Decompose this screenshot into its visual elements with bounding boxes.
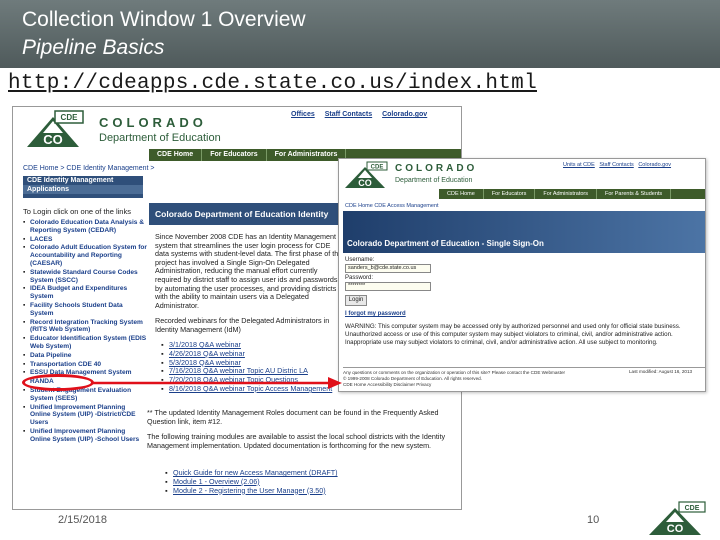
app-link-laces[interactable]: LACES xyxy=(23,236,147,244)
department-name: Department of Education xyxy=(99,132,221,144)
password-label: Password: xyxy=(345,275,374,281)
last-modified: Last modified: August 16, 2013 xyxy=(629,369,693,374)
top-link-staff-contacts[interactable]: Staff Contacts xyxy=(325,111,372,118)
department-name: Department of Education xyxy=(395,177,473,184)
main-nav: CDE Home For Educators For Administrator… xyxy=(439,189,705,199)
training-text: The following training modules are avail… xyxy=(147,432,446,450)
roles-note: ** The updated Identity Management Roles… xyxy=(147,408,439,426)
top-link-units[interactable]: Units at CDE xyxy=(563,162,595,168)
app-link-cedar[interactable]: Colorado Education Data Analysis & Repor… xyxy=(23,219,147,235)
svg-text:CO: CO xyxy=(667,523,684,535)
sidebar-title: CDE Identity Management xyxy=(27,177,114,184)
colorado-logo-icon: CDE CO xyxy=(649,501,706,535)
colorado-logo-icon: CDE CO xyxy=(345,161,388,188)
red-arrow-icon xyxy=(92,377,342,389)
app-link-uip-school[interactable]: Unified Improvement Planning Online Syst… xyxy=(23,428,147,444)
footer-links[interactable]: CDE Home Accessibility Disclaimer Privac… xyxy=(343,382,705,388)
top-link-offices[interactable]: Offices xyxy=(291,111,315,118)
svg-text:CDE: CDE xyxy=(371,165,384,171)
recorded-webinars-text: Recorded webinars for the Delegated Admi… xyxy=(155,316,330,334)
top-link-colorado-gov[interactable]: Colorado.gov xyxy=(382,111,427,118)
sso-screenshot: CDE CO COLORADO Department of Education … xyxy=(338,158,706,392)
sso-title: Colorado Department of Education - Singl… xyxy=(347,239,544,248)
forgot-password-link[interactable]: I forgot my password xyxy=(345,311,406,317)
app-link-facility-schools[interactable]: Facility Schools Student Data System xyxy=(23,302,147,318)
username-field[interactable]: sanders_b@cde.state.co.us xyxy=(345,264,431,273)
state-name: COLORADO xyxy=(99,115,207,130)
nav-cde-home[interactable]: CDE Home xyxy=(149,149,203,161)
login-button[interactable]: Login xyxy=(345,295,367,306)
nav-for-educators[interactable]: For Educators xyxy=(484,189,536,199)
slide-header: Collection Window 1 Overview Pipeline Ba… xyxy=(0,0,720,68)
password-field[interactable]: ******** xyxy=(345,282,431,291)
sidebar-header: CDE Identity Management Applications xyxy=(23,176,143,198)
svg-text:CO: CO xyxy=(358,178,372,188)
guide-link[interactable]: Module 2 - Registering the User Manager … xyxy=(165,486,338,496)
state-name: COLORADO xyxy=(395,163,478,174)
training-modules-list: Quick Guide for new Access Management (D… xyxy=(165,468,338,496)
app-link-transportation[interactable]: Transportation CDE 40 xyxy=(23,361,147,369)
nav-for-administrators[interactable]: For Administrators xyxy=(267,149,347,161)
data-pipeline-highlight xyxy=(22,374,94,391)
sidebar-applications: Applications xyxy=(23,185,143,194)
svg-text:CDE: CDE xyxy=(61,113,79,122)
svg-text:CO: CO xyxy=(43,132,63,147)
login-prompt: To Login click on one of the links xyxy=(23,207,131,216)
app-link-data-pipeline[interactable]: Data Pipeline xyxy=(23,352,147,360)
breadcrumb[interactable]: CDE Home CDE Access Management xyxy=(345,203,439,209)
app-link-rits[interactable]: Record Integration Tracking System (RITS… xyxy=(23,319,147,335)
top-link-staff-contacts[interactable]: Staff Contacts xyxy=(599,162,633,168)
nav-for-parents[interactable]: For Parents & Students xyxy=(597,189,672,199)
cde-banner: CDE CO COLORADO Department of Education … xyxy=(13,107,461,149)
warning-text: WARNING: This computer system may be acc… xyxy=(345,323,681,346)
app-link-edis[interactable]: Educator Identification System (EDIS Web… xyxy=(23,335,147,351)
colorado-logo-icon: CDE CO xyxy=(27,110,84,147)
app-link-idea-budget[interactable]: IDEA Budget and Expenditures System xyxy=(23,285,147,301)
main-title: Colorado Department of Education Identit… xyxy=(155,209,329,219)
top-links: Offices Staff Contacts Colorado.gov xyxy=(291,111,435,118)
top-link-colorado-gov[interactable]: Colorado.gov xyxy=(638,162,671,168)
slide-title: Collection Window 1 Overview xyxy=(22,8,306,31)
username-label: Username: xyxy=(345,257,375,263)
slide-subtitle: Pipeline Basics xyxy=(22,36,165,59)
slide-number: 10 xyxy=(587,514,600,526)
breadcrumb[interactable]: CDE Home > CDE Identity Management > xyxy=(23,165,155,172)
svg-text:CDE: CDE xyxy=(685,505,700,512)
nav-cde-home[interactable]: CDE Home xyxy=(439,189,484,199)
app-link-uip-district[interactable]: Unified Improvement Planning Online Syst… xyxy=(23,404,147,427)
app-link-caesar[interactable]: Colorado Adult Education System for Acco… xyxy=(23,244,147,267)
app-link-sscc[interactable]: Statewide Standard Course Codes System (… xyxy=(23,269,147,285)
intro-text: Since November 2008 CDE has an Identity … xyxy=(155,232,343,310)
nav-for-administrators[interactable]: For Administrators xyxy=(535,189,597,199)
top-links: Units at CDE Staff Contacts Colorado.gov xyxy=(563,162,674,168)
nav-for-educators[interactable]: For Educators xyxy=(202,149,267,161)
applications-list: Colorado Education Data Analysis & Repor… xyxy=(23,219,147,445)
url-link[interactable]: http://cdeapps.cde.state.co.us/index.htm… xyxy=(8,72,537,95)
slide-date: 2/15/2018 xyxy=(58,514,107,526)
